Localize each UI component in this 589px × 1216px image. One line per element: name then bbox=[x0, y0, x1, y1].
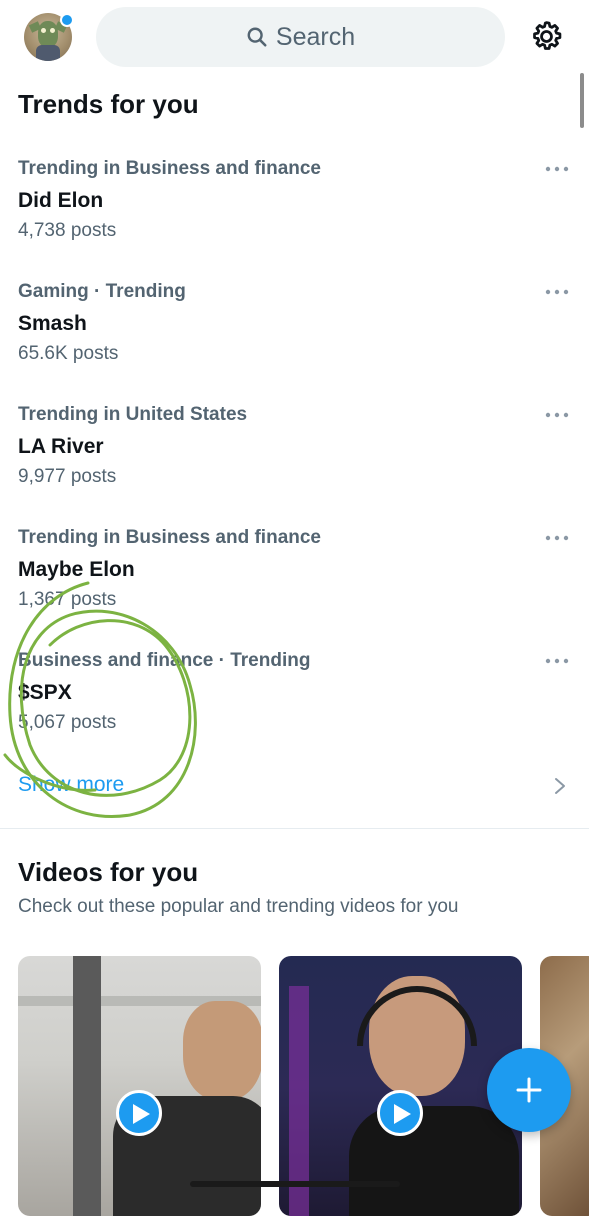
more-options-icon[interactable] bbox=[545, 410, 569, 420]
search-placeholder: Search bbox=[275, 22, 356, 51]
gear-icon[interactable] bbox=[529, 19, 564, 54]
trend-context: Trending in United States bbox=[18, 404, 248, 425]
more-options-icon[interactable] bbox=[545, 533, 569, 543]
trend-context: Gaming · Trending bbox=[18, 281, 186, 302]
trend-post-count: 65.6K posts bbox=[18, 343, 119, 364]
videos-subtitle: Check out these popular and trending vid… bbox=[18, 896, 459, 917]
videos-title: Videos for you bbox=[18, 857, 199, 887]
trend-context: Trending in Business and finance bbox=[18, 527, 321, 548]
compose-button[interactable] bbox=[487, 1048, 571, 1132]
video-card[interactable] bbox=[18, 956, 261, 1216]
annotation-circle bbox=[3, 581, 197, 818]
home-indicator bbox=[190, 1181, 400, 1187]
trend-post-count: 4,738 posts bbox=[18, 220, 117, 241]
search-bar[interactable]: Search bbox=[96, 7, 505, 67]
play-button[interactable] bbox=[116, 1090, 162, 1136]
notification-dot bbox=[60, 13, 74, 27]
trend-name: Did Elon bbox=[18, 189, 104, 212]
trend-context: Trending in Business and finance bbox=[18, 158, 321, 179]
trends-title: Trends for you bbox=[18, 89, 199, 119]
more-options-icon[interactable] bbox=[545, 164, 569, 174]
play-icon bbox=[394, 1104, 411, 1124]
plus-icon bbox=[516, 1077, 542, 1103]
section-divider bbox=[0, 828, 589, 829]
scrollbar[interactable] bbox=[580, 73, 584, 128]
trend-name: LA River bbox=[18, 435, 104, 458]
search-icon bbox=[247, 27, 267, 47]
trend-name: Smash bbox=[18, 312, 87, 335]
more-options-icon[interactable] bbox=[545, 287, 569, 297]
trend-item[interactable]: Trending in United States LA River 9,977… bbox=[0, 404, 589, 527]
trend-item[interactable]: Trending in Business and finance Did Elo… bbox=[0, 158, 589, 281]
trend-item[interactable]: Gaming · Trending Smash 65.6K posts bbox=[0, 281, 589, 404]
trend-post-count: 9,977 posts bbox=[18, 466, 117, 487]
play-icon bbox=[133, 1104, 150, 1124]
video-card[interactable] bbox=[279, 956, 522, 1216]
chevron-right-icon[interactable] bbox=[552, 776, 568, 796]
more-options-icon[interactable] bbox=[545, 656, 569, 666]
play-button[interactable] bbox=[377, 1090, 423, 1136]
